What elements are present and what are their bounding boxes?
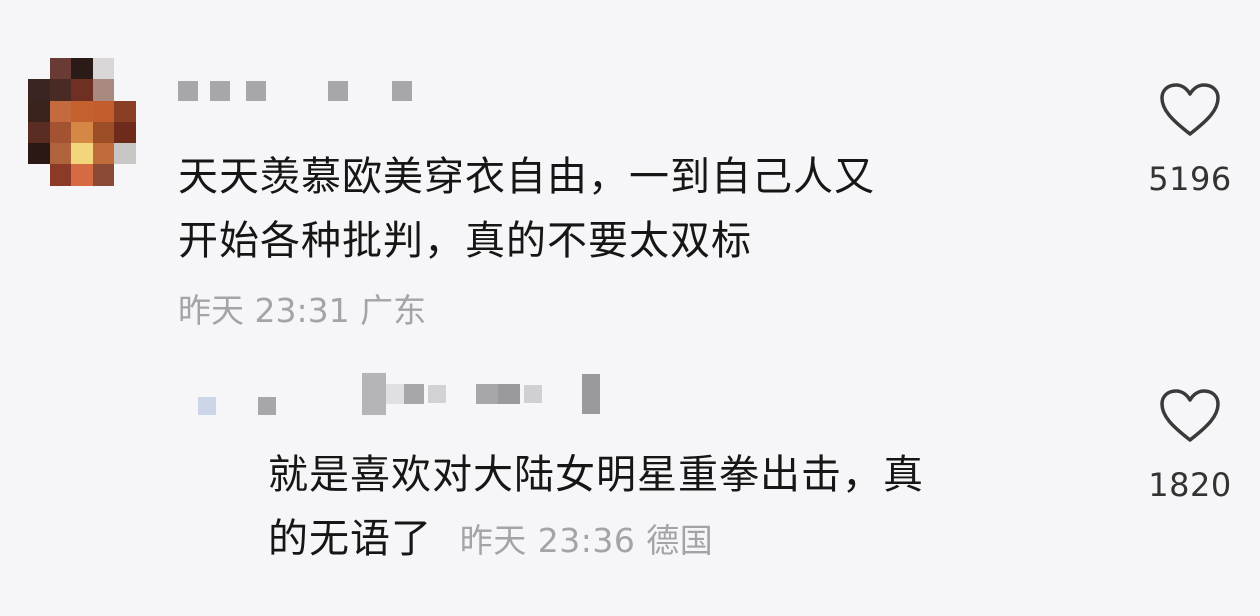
heart-outline-icon [1160,389,1220,442]
comment-text-line: 天天羡慕欧美穿衣自由，一到自己人又 [178,154,875,200]
like-button[interactable]: 1820 [1130,388,1250,504]
like-count: 5196 [1148,160,1232,198]
comment-text: 天天羡慕欧美穿衣自由，一到自己人又 开始各种批判，真的不要太双标 [178,148,1098,270]
comment-text-line: 的无语了 昨天 23:36 德国 [268,510,1108,570]
comment-text-tail: 的无语了 [268,516,432,562]
username-blurred[interactable] [198,372,600,416]
like-button[interactable]: 5196 [1130,82,1250,198]
comment-text-line: 就是喜欢对大陆女明星重拳出击，真 [268,452,924,498]
username-blurred[interactable] [178,80,412,102]
comment-meta: 昨天 23:36 德国 [459,521,714,560]
comment-text-line: 开始各种批判，真的不要太双标 [178,218,752,264]
comment-text: 就是喜欢对大陆女明星重拳出击，真 的无语了 昨天 23:36 德国 [268,446,1108,570]
avatar[interactable] [28,58,136,186]
like-count: 1820 [1148,466,1232,504]
comment-meta: 昨天 23:31 广东 [178,291,427,330]
heart-outline-icon [1160,83,1220,136]
